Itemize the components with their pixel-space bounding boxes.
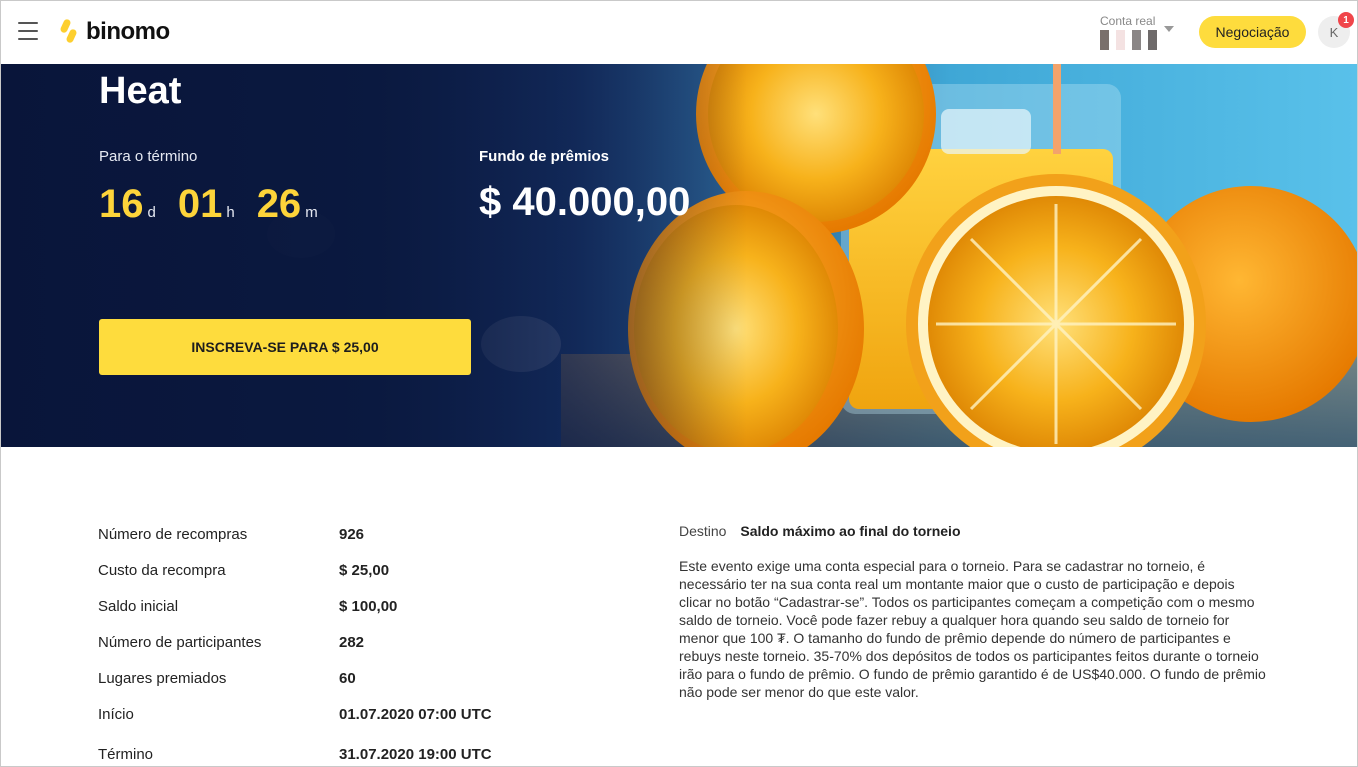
countdown-timer: 16 d 01 h 26 m: [99, 182, 340, 227]
account-selector[interactable]: Conta real: [1100, 14, 1180, 52]
prize-fund-value: $ 40.000,00: [479, 180, 691, 224]
chevron-down-icon: [1164, 26, 1174, 32]
detail-value: 31.07.2020 19:00 UTC: [339, 746, 492, 763]
prize-fund-label: Fundo de prêmios: [479, 148, 610, 165]
detail-value: 01.07.2020 07:00 UTC: [339, 706, 492, 723]
countdown-label: Para o término: [99, 148, 198, 165]
detail-label: Número de recompras: [98, 526, 248, 543]
detail-row-start: Início 01.07.2020 07:00 UTC: [98, 706, 558, 730]
trade-button[interactable]: Negociação: [1199, 16, 1306, 48]
tournament-title: Heat: [99, 70, 182, 112]
tournament-description: Este evento exige uma conta especial par…: [679, 558, 1266, 700]
detail-row-rebuy-cost: Custo da recompra $ 25,00: [98, 562, 558, 586]
detail-label: Número de participantes: [98, 634, 262, 651]
detail-label: Saldo inicial: [98, 598, 179, 615]
countdown-hours-unit: h: [226, 204, 235, 221]
logo-mark-icon: [59, 18, 78, 45]
countdown-minutes: 26: [256, 182, 302, 226]
target-label: Destino: [679, 523, 727, 539]
countdown-days: 16: [99, 182, 144, 226]
hero-gradient-overlay: [1, 64, 1357, 447]
detail-label: Custo da recompra: [98, 562, 226, 579]
detail-row-participants: Número de participantes 282: [98, 634, 558, 658]
signup-button[interactable]: INSCREVA-SE PARA $ 25,00: [99, 319, 471, 375]
detail-value: 60: [339, 670, 356, 687]
detail-label: Lugares premiados: [98, 670, 227, 687]
detail-row-rebuys: Número de recompras 926: [98, 526, 558, 550]
detail-value: 926: [339, 526, 365, 543]
tournament-hero: Heat Para o término 16 d 01 h 26 m Fundo…: [1, 64, 1357, 447]
detail-row-prize-places: Lugares premiados 60: [98, 670, 558, 694]
detail-row-initial-balance: Saldo inicial $ 100,00: [98, 598, 558, 622]
tournament-target: Destino Saldo máximo ao final do torneio: [679, 523, 961, 539]
logo-text: binomo: [86, 18, 170, 45]
countdown-hours: 01: [177, 182, 223, 226]
notification-badge: 1: [1338, 12, 1354, 28]
top-header: binomo Conta real Negociação K 1: [0, 0, 1358, 64]
menu-icon[interactable]: [18, 22, 38, 40]
account-balance-masked: [1100, 30, 1157, 50]
binomo-logo[interactable]: binomo: [59, 18, 170, 46]
countdown-days-unit: d: [147, 204, 156, 221]
detail-value: $ 100,00: [339, 598, 398, 615]
detail-label: Término: [98, 746, 154, 763]
detail-label: Início: [98, 706, 134, 723]
detail-value: 282: [339, 634, 365, 651]
target-value: Saldo máximo ao final do torneio: [740, 523, 961, 539]
detail-row-end: Término 31.07.2020 19:00 UTC: [98, 746, 558, 767]
detail-value: $ 25,00: [339, 562, 390, 579]
countdown-minutes-unit: m: [305, 204, 318, 221]
